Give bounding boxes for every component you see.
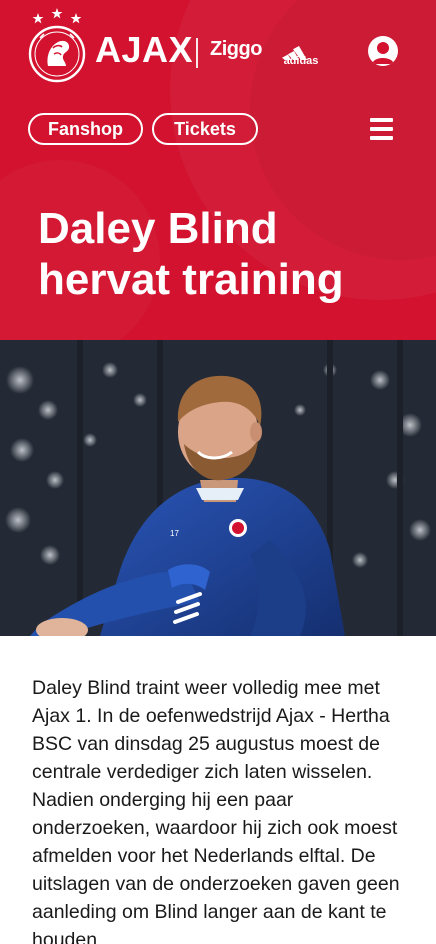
user-icon [372, 42, 394, 64]
brand-divider [196, 38, 198, 68]
menu-button[interactable] [370, 118, 394, 140]
svg-text:17: 17 [170, 529, 179, 538]
player-training-image: 17 [0, 340, 436, 636]
hero-header: AJAX Ziggo adidas Fanshop Tickets Daley … [0, 0, 436, 340]
article-body: Daley Blind traint weer volledig mee met… [0, 636, 436, 944]
hamburger-icon-bar [370, 127, 393, 131]
sponsor-ziggo-logo: Ziggo [210, 38, 262, 60]
ajax-crest-logo[interactable] [26, 8, 88, 84]
article-paragraph: Daley Blind traint weer volledig mee met… [32, 677, 400, 944]
account-button[interactable] [368, 36, 398, 66]
fanshop-button[interactable]: Fanshop [28, 113, 143, 145]
top-bar: AJAX Ziggo adidas [0, 0, 436, 100]
article-title: Daley Blind hervat training [38, 204, 344, 304]
article-photo: 17 [0, 340, 436, 636]
brand-name: AJAX [95, 29, 194, 70]
tickets-button[interactable]: Tickets [152, 113, 258, 145]
hamburger-icon [370, 118, 393, 122]
sponsor-adidas-label: adidas [283, 55, 319, 67]
hamburger-icon-bar [370, 136, 393, 140]
